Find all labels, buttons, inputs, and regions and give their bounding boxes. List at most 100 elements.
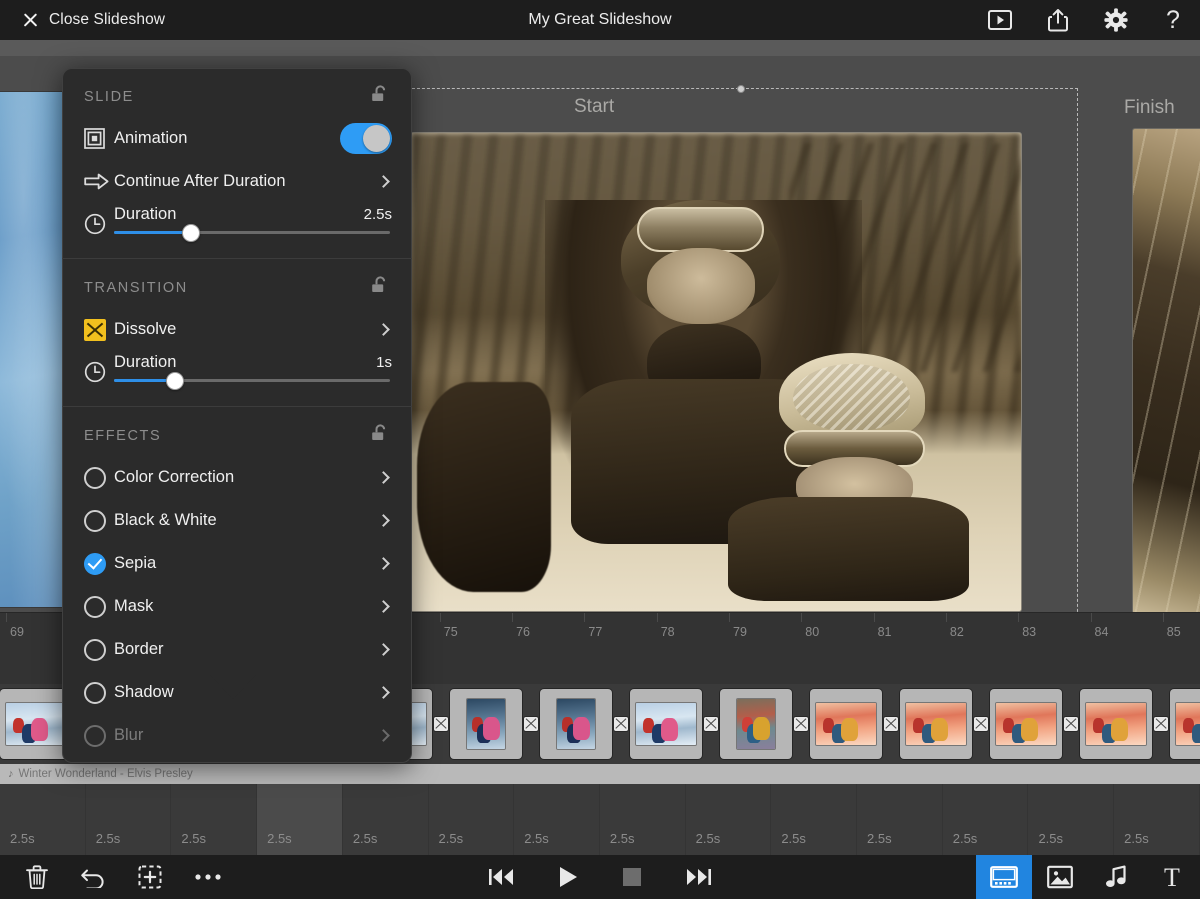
- filmstrip-slide[interactable]: [720, 689, 792, 759]
- duration-cell[interactable]: 2.5s: [1114, 784, 1200, 855]
- filmstrip-slide[interactable]: [630, 689, 702, 759]
- duration-cell[interactable]: 2.5s: [600, 784, 686, 855]
- play-preview-icon[interactable]: [988, 10, 1012, 30]
- transition-chip[interactable]: [434, 717, 448, 731]
- animation-row[interactable]: Animation: [62, 117, 412, 160]
- slide-thumbnail: [1176, 703, 1200, 745]
- duration-value: 2.5s: [686, 831, 721, 855]
- duration-cell[interactable]: 2.5s: [86, 784, 172, 855]
- play-icon[interactable]: [558, 866, 578, 888]
- radio-circle-icon[interactable]: [84, 639, 114, 661]
- duration-cell[interactable]: 2.5s: [686, 784, 772, 855]
- skip-forward-icon[interactable]: [686, 867, 712, 887]
- effect-toggle[interactable]: [84, 596, 106, 618]
- duration-cell[interactable]: 2.5s: [514, 784, 600, 855]
- music-track-bar[interactable]: ♪ Winter Wonderland - Elvis Presley: [0, 764, 1200, 784]
- help-icon[interactable]: ?: [1164, 7, 1182, 33]
- effect-toggle[interactable]: [84, 467, 106, 489]
- transition-duration-knob[interactable]: [166, 372, 184, 390]
- duration-cell[interactable]: 2.5s: [171, 784, 257, 855]
- chevron-right-icon: [377, 600, 390, 613]
- ruler-tick-label: 75: [444, 625, 458, 639]
- filmstrip-slide[interactable]: [990, 689, 1062, 759]
- duration-cell[interactable]: 2.5s: [429, 784, 515, 855]
- slide-duration-track[interactable]: 2.5s2.5s2.5s2.5s2.5s2.5s2.5s2.5s2.5s2.5s…: [0, 784, 1200, 855]
- effect-row-border[interactable]: Border: [62, 628, 412, 671]
- ken-burns-handle-top[interactable]: [737, 85, 745, 93]
- main-slide-photo[interactable]: [410, 132, 1022, 612]
- effect-toggle[interactable]: [84, 553, 106, 575]
- slide-duration-row[interactable]: Duration 2.5s: [62, 203, 412, 252]
- duration-cell[interactable]: 2.5s: [257, 784, 343, 855]
- duration-cell[interactable]: 2.5s: [343, 784, 429, 855]
- photo-goggles: [637, 207, 764, 252]
- radio-circle-icon[interactable]: [84, 467, 114, 489]
- transition-chip[interactable]: [1154, 717, 1168, 731]
- unlock-icon[interactable]: [371, 276, 390, 299]
- filmstrip-slide[interactable]: [540, 689, 612, 759]
- duration-cell[interactable]: 2.5s: [857, 784, 943, 855]
- ruler-tick-label: 83: [1022, 625, 1036, 639]
- unlock-icon[interactable]: [371, 424, 390, 447]
- effect-toggle[interactable]: [84, 510, 106, 532]
- effect-row-black-white[interactable]: Black & White: [62, 499, 412, 542]
- effect-row-blur[interactable]: Blur: [62, 714, 412, 757]
- checkmark-circle-icon[interactable]: [84, 553, 114, 575]
- thumbnail-subject: [483, 717, 500, 740]
- unlock-icon[interactable]: [371, 85, 390, 108]
- effect-toggle[interactable]: [84, 682, 106, 704]
- share-icon[interactable]: [1048, 8, 1068, 32]
- transition-chip[interactable]: [704, 717, 718, 731]
- radio-circle-icon[interactable]: [84, 682, 114, 704]
- filmstrip-slide[interactable]: [900, 689, 972, 759]
- transition-duration-slider[interactable]: [114, 379, 390, 382]
- top-bar: Close Slideshow My Great Slideshow: [0, 0, 1200, 40]
- radio-circle-icon[interactable]: [84, 510, 114, 532]
- slides-tab-icon[interactable]: [976, 855, 1032, 899]
- clock-icon: [84, 205, 114, 240]
- continue-after-duration-row[interactable]: Continue After Duration: [62, 160, 412, 203]
- photos-tab-icon[interactable]: [1032, 855, 1088, 899]
- transition-section-header: TRANSITION: [62, 259, 412, 308]
- transition-chip[interactable]: [524, 717, 538, 731]
- gear-icon[interactable]: [1104, 8, 1128, 32]
- slide-duration-knob[interactable]: [182, 224, 200, 242]
- close-slideshow-button[interactable]: Close Slideshow: [22, 11, 165, 29]
- delete-icon[interactable]: [26, 865, 48, 889]
- stop-icon[interactable]: [622, 867, 642, 887]
- filmstrip-slide[interactable]: [810, 689, 882, 759]
- radio-circle-icon[interactable]: [84, 596, 114, 618]
- effect-row-color-correction[interactable]: Color Correction: [62, 456, 412, 499]
- text-tab-icon[interactable]: T: [1144, 855, 1200, 899]
- add-slide-icon[interactable]: [138, 865, 162, 889]
- filmstrip-slide[interactable]: [1080, 689, 1152, 759]
- next-slide-preview[interactable]: [1132, 128, 1200, 612]
- skip-back-icon[interactable]: [488, 867, 514, 887]
- transition-chip[interactable]: [794, 717, 808, 731]
- transition-type-row[interactable]: Dissolve: [62, 308, 412, 351]
- transition-chip[interactable]: [614, 717, 628, 731]
- effect-row-mask[interactable]: Mask: [62, 585, 412, 628]
- more-options-icon[interactable]: [194, 872, 222, 882]
- music-tab-icon[interactable]: [1088, 855, 1144, 899]
- undo-icon[interactable]: [80, 866, 106, 888]
- radio-circle-icon[interactable]: [84, 725, 114, 747]
- duration-cell[interactable]: 2.5s: [1028, 784, 1114, 855]
- transition-chip[interactable]: [974, 717, 988, 731]
- effect-row-sepia[interactable]: Sepia: [62, 542, 412, 585]
- effect-toggle[interactable]: [84, 725, 106, 747]
- photo-face: [647, 248, 755, 324]
- duration-cell[interactable]: 2.5s: [943, 784, 1029, 855]
- duration-cell[interactable]: 2.5s: [0, 784, 86, 855]
- duration-cell[interactable]: 2.5s: [771, 784, 857, 855]
- transition-chip[interactable]: [1064, 717, 1078, 731]
- filmstrip-slide[interactable]: [1170, 689, 1200, 759]
- transition-duration-row[interactable]: Duration 1s: [62, 351, 412, 400]
- filmstrip-slide[interactable]: [450, 689, 522, 759]
- effect-toggle[interactable]: [84, 639, 106, 661]
- animation-toggle[interactable]: [340, 123, 392, 154]
- animation-icon: [84, 128, 114, 149]
- slide-duration-slider[interactable]: [114, 231, 390, 234]
- popover-section-effects: EFFECTS Color CorrectionBlack & WhiteSep…: [62, 406, 412, 763]
- transition-chip[interactable]: [884, 717, 898, 731]
